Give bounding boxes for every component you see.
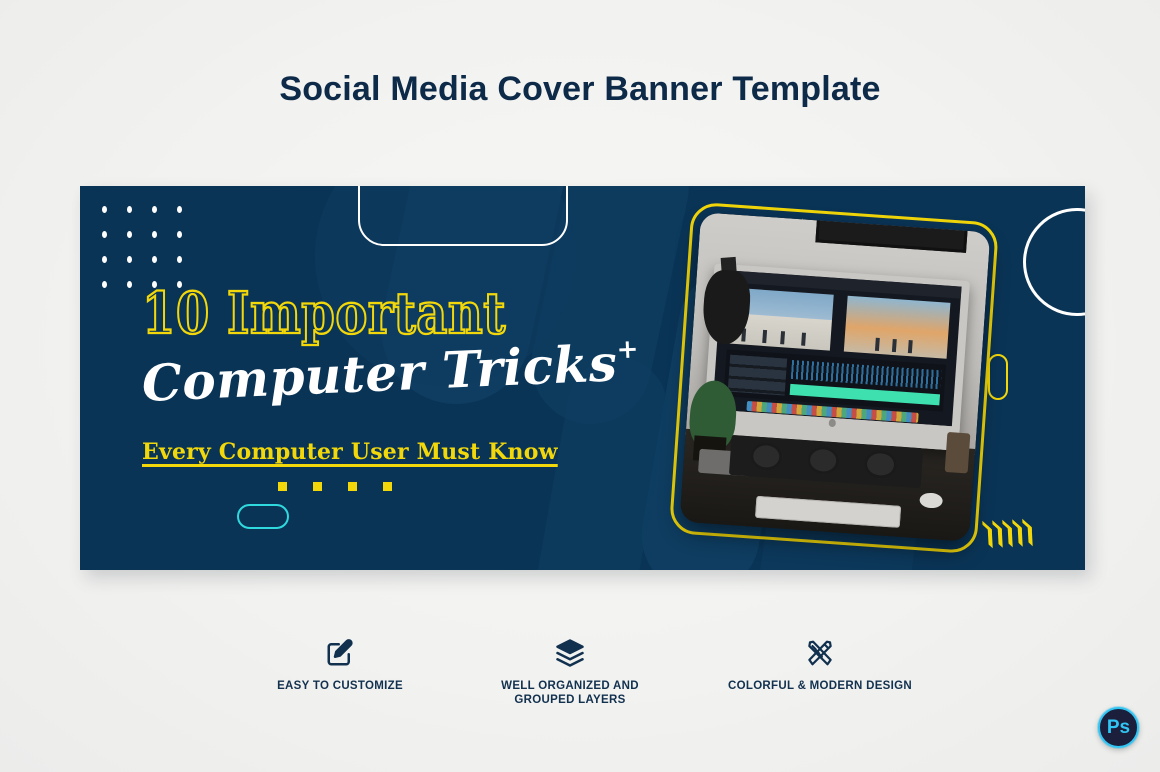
banner-headline: 10 Important Computer Tricks+ Every Comp… <box>141 285 662 465</box>
square-dots-icon <box>278 482 392 491</box>
feature-label: WELL ORGANIZED AND GROUPED LAYERS <box>501 680 639 707</box>
capsule-outline-icon <box>988 354 1008 400</box>
rounded-rect-outline-icon <box>358 186 568 246</box>
apple-logo-icon <box>828 418 837 428</box>
cover-banner: 10 Important Computer Tricks+ Every Comp… <box>80 186 1085 570</box>
feature-item-modern-design: COLORFUL & MODERN DESIGN <box>700 636 940 693</box>
chevron-arrows-bottom-icon <box>982 518 1033 549</box>
page-title: Social Media Cover Banner Template <box>279 70 881 108</box>
banner-photo <box>668 201 1000 555</box>
workstation-photo <box>679 212 991 542</box>
pencil-ruler-cross-icon <box>700 636 940 670</box>
feature-label: EASY TO CUSTOMIZE <box>277 680 403 692</box>
layers-stack-icon <box>470 636 670 670</box>
edit-square-pencil-icon <box>240 636 440 670</box>
feature-item-grouped-layers: WELL ORGANIZED AND GROUPED LAYERS <box>470 636 670 708</box>
headline-line-3: Every Computer User Must Know <box>142 439 558 465</box>
photoshop-badge: Ps <box>1098 707 1139 748</box>
pill-outline-icon <box>237 504 289 529</box>
feature-list: EASY TO CUSTOMIZE WELL ORGANIZED AND GRO… <box>240 636 940 708</box>
feature-label: COLORFUL & MODERN DESIGN <box>728 680 912 692</box>
desk-can <box>944 431 971 474</box>
media-bins <box>727 355 788 396</box>
headline-plus: + <box>616 334 640 366</box>
feature-item-easy-to-customize: EASY TO CUSTOMIZE <box>240 636 440 693</box>
video-preview-right <box>843 295 951 359</box>
